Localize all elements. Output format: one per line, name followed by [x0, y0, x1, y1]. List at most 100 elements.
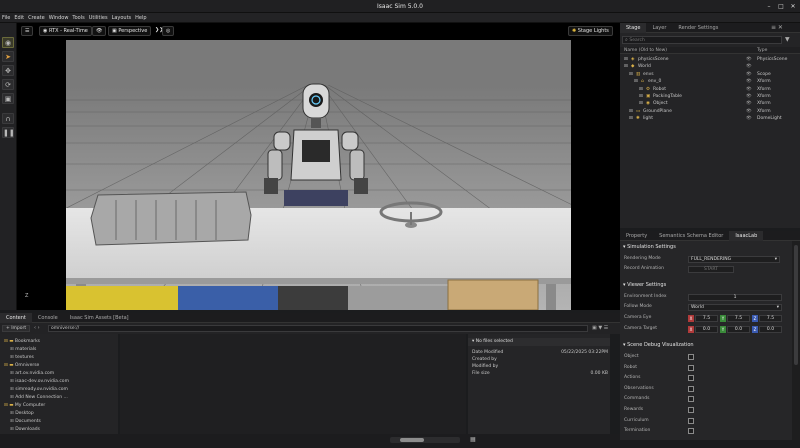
record-start-button[interactable]: START — [688, 266, 734, 273]
content-tree-item[interactable]: ⊞ textures — [10, 354, 34, 361]
viewport-settings-icon[interactable]: ☰ — [21, 26, 34, 36]
filter-icon[interactable]: ▼ — [785, 36, 790, 43]
rendering-mode-select[interactable]: FULL_RENDERING ▾ — [688, 256, 780, 263]
expand-icon[interactable]: ⊟ — [624, 56, 628, 63]
logo-icon[interactable]: ◉ — [2, 37, 14, 48]
visibility-icon[interactable]: 👁 — [746, 56, 752, 63]
scene-render[interactable] — [66, 40, 571, 310]
visibility-icon[interactable]: 👁 — [746, 115, 752, 122]
tab-isaac-sim-assets[interactable]: Isaac Sim Assets [Beta] — [64, 313, 135, 323]
select-icon[interactable]: ➤ — [2, 51, 14, 62]
tab-semantics-schema-editor[interactable]: Semantics Schema Editor — [653, 231, 729, 241]
content-tree-item[interactable]: ⊞ Downloads — [10, 426, 40, 433]
grid-view-icon[interactable]: ▦ — [470, 436, 476, 443]
camera-target-value-0[interactable]: 0.0 — [695, 326, 718, 333]
menu-create[interactable]: Create — [26, 13, 47, 23]
environment-index-field[interactable]: 1 — [688, 294, 782, 301]
stage-row[interactable]: ⊟ ✺ light 👁 DomeLight — [620, 115, 800, 122]
col-type-header[interactable]: Type — [757, 47, 767, 54]
content-tree-item[interactable]: ⊞ isaac-dev.ov.nvidia.com — [10, 378, 69, 385]
debug-checkbox[interactable] — [688, 428, 694, 435]
visibility-icon[interactable]: 👁 — [746, 100, 752, 107]
record-icon[interactable]: ◎ — [162, 26, 175, 36]
camera-target-value-1[interactable]: 0.0 — [727, 326, 750, 333]
view-options-icon[interactable]: ▣ ▼ ☰ — [592, 325, 608, 331]
stage-search-input[interactable]: ⌕ Search — [622, 36, 782, 44]
expand-icon[interactable]: ⊟ — [624, 63, 628, 70]
stage-row[interactable]: ⊟ ◉ Object 👁 Xform — [620, 100, 800, 107]
visibility-icon[interactable]: 👁 — [746, 93, 752, 100]
visibility-icon[interactable]: 👁 — [746, 63, 752, 70]
camera-button[interactable]: ▣ Perspective — [108, 26, 152, 36]
panel-options-icon[interactable]: ≡ ✕ — [771, 24, 783, 31]
follow-mode-select[interactable]: World ▾ — [688, 304, 782, 311]
menu-utilities[interactable]: Utilities — [87, 13, 110, 23]
back-icon[interactable]: ‹ › — [34, 325, 40, 331]
expand-icon[interactable]: ⊟ — [629, 71, 633, 78]
scene-debug-header[interactable]: ▾ Scene Debug Visualization — [623, 341, 789, 350]
pause-icon[interactable]: ❚❚ — [2, 127, 15, 138]
viewer-settings-header[interactable]: ▾ Viewer Settings — [623, 281, 789, 290]
expand-icon[interactable]: ⊟ — [639, 93, 643, 100]
col-name-header[interactable]: Name (Old to New) — [624, 47, 667, 54]
content-tree-item[interactable]: ⊞ art.ov.nvidia.com — [10, 370, 54, 377]
expand-icon[interactable]: ⊟ — [629, 108, 633, 115]
tab-isaaclab[interactable]: IsaacLab — [729, 231, 764, 241]
debug-checkbox[interactable] — [688, 354, 694, 360]
content-tree-item[interactable]: ⊞ simready.ov.nvidia.com — [10, 386, 68, 393]
menu-file[interactable]: File — [0, 13, 12, 23]
scale-icon[interactable]: ▣ — [2, 93, 14, 104]
lights-button[interactable]: ✺ Stage Lights — [568, 26, 613, 36]
debug-checkbox[interactable] — [688, 375, 694, 382]
visibility-icon[interactable]: 👁 — [746, 86, 752, 93]
render-mode-button[interactable]: ◉ RTX - Real-Time — [39, 26, 92, 36]
expand-icon[interactable]: ⊟ — [629, 115, 633, 122]
debug-checkbox[interactable] — [688, 364, 694, 371]
visibility-icon[interactable]: 👁 — [92, 26, 107, 36]
camera-eye-value-2[interactable]: 7.5 — [759, 315, 782, 322]
content-tree-item[interactable]: ⊞ Add New Connection ... — [10, 394, 68, 401]
stage-row[interactable]: ⊟ ◆ World 👁 — [620, 63, 800, 70]
tab-property[interactable]: Property — [620, 231, 653, 241]
stage-row[interactable]: ⊟ ◈ physicsScene 👁 PhysicsScene — [620, 56, 800, 63]
scrollbar-thumb[interactable] — [794, 245, 798, 365]
path-field[interactable]: omniverse:// — [48, 325, 588, 332]
camera-eye-value-1[interactable]: 7.5 — [727, 315, 750, 322]
tab-render-settings[interactable]: Render Settings — [672, 23, 724, 33]
menu-window[interactable]: Window — [47, 13, 71, 23]
stage-row[interactable]: ⊟ ▣ PackingTable 👁 Xform — [620, 93, 800, 100]
content-tree-item[interactable]: ⊟ ▬ My Computer — [4, 402, 45, 409]
stage-row[interactable]: ⊟ ⌂ env_0 👁 Xform — [620, 78, 800, 85]
content-tree-item[interactable]: ⊟ ▬ Bookmarks — [4, 338, 40, 345]
thumbnail-size-slider[interactable] — [390, 437, 460, 443]
tab-layer[interactable]: Layer — [646, 23, 672, 33]
tab-content[interactable]: Content — [0, 313, 32, 323]
camera-eye-value-0[interactable]: 7.5 — [695, 315, 718, 322]
content-tree-item[interactable]: ⊞ Documents — [10, 418, 41, 425]
snap-icon[interactable]: ∩ — [2, 113, 14, 124]
expand-icon[interactable]: ⊟ — [639, 100, 643, 107]
visibility-icon[interactable]: 👁 — [746, 71, 752, 78]
viewport[interactable]: ☰ ◉ RTX - Real-Time 👁 ▣ Perspective ❯❯ ◎… — [17, 23, 620, 310]
import-button[interactable]: + Import — [2, 325, 31, 332]
maximize-icon[interactable]: □ — [777, 3, 785, 10]
tab-console[interactable]: Console — [32, 313, 64, 323]
visibility-icon[interactable]: 👁 — [746, 78, 752, 85]
property-scrollbar[interactable] — [792, 241, 800, 440]
debug-checkbox[interactable] — [688, 385, 694, 392]
visibility-icon[interactable]: 👁 — [746, 108, 752, 115]
simulation-settings-header[interactable]: ▾ Simulation Settings — [623, 243, 789, 252]
close-icon[interactable]: ✕ — [789, 3, 797, 10]
debug-checkbox[interactable] — [688, 396, 694, 403]
content-browser-area[interactable] — [120, 334, 466, 434]
slider-thumb[interactable] — [400, 438, 424, 442]
rotate-icon[interactable]: ⟳ — [2, 79, 14, 90]
move-icon[interactable]: ✥ — [2, 65, 14, 76]
content-tree-item[interactable]: ⊞ Desktop — [10, 410, 34, 417]
tab-stage[interactable]: Stage — [620, 23, 647, 33]
content-tree-item[interactable]: ⊟ ▬ Omniverse — [4, 362, 39, 369]
content-tree-item[interactable]: ⊞ materials — [10, 346, 36, 353]
minimize-icon[interactable]: – — [765, 3, 773, 10]
stage-row[interactable]: ⊟ ⚙ Robot 👁 Xform — [620, 86, 800, 93]
expand-icon[interactable]: ⊟ — [639, 86, 643, 93]
